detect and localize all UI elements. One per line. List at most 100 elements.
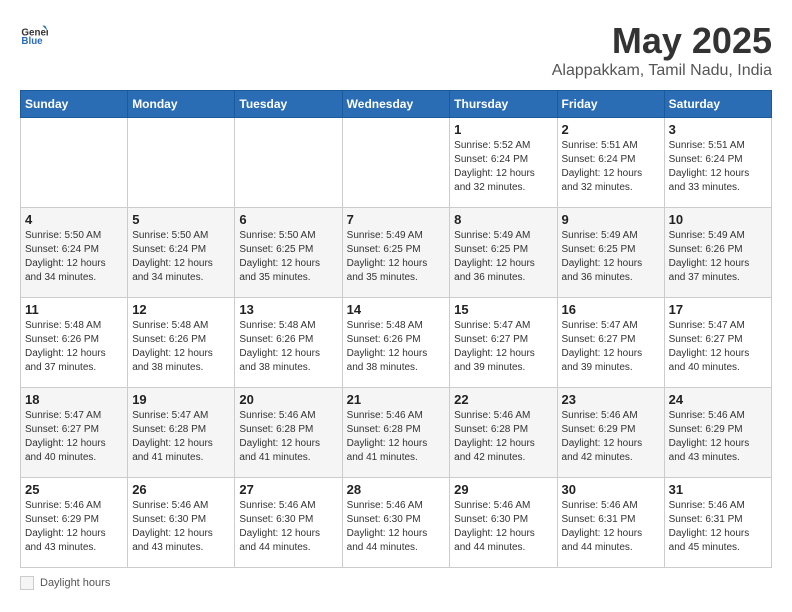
day-number: 29 — [454, 482, 552, 497]
calendar-cell: 14 Sunrise: 5:48 AM Sunset: 6:26 PM Dayli… — [342, 298, 450, 388]
day-number: 1 — [454, 122, 552, 137]
day-info: Sunrise: 5:50 AM Sunset: 6:25 PM Dayligh… — [239, 229, 337, 285]
logo-icon: General Blue — [20, 20, 48, 48]
day-info: Sunrise: 5:46 AM Sunset: 6:31 PM Dayligh… — [669, 499, 767, 555]
weekday-monday: Monday — [128, 91, 235, 118]
day-number: 11 — [25, 302, 123, 317]
calendar-cell: 26Sunrise: 5:46 AM Sunset: 6:30 PM Dayli… — [128, 478, 235, 568]
calendar-cell: 9Sunrise: 5:49 AM Sunset: 6:25 PM Daylig… — [557, 208, 664, 298]
calendar-cell — [342, 118, 450, 208]
day-info: Sunrise: 5:47 AM Sunset: 6:27 PM Dayligh… — [25, 409, 123, 465]
day-info: Sunrise: 5:46 AM Sunset: 6:28 PM Dayligh… — [454, 409, 552, 465]
calendar-cell: 27 Sunrise: 5:46 AM Sunset: 6:30 PM Dayli… — [235, 478, 342, 568]
week-row-2: 4 Sunrise: 5:50 AM Sunset: 6:24 PM Daylig… — [21, 208, 772, 298]
day-info: Sunrise: 5:46 AM Sunset: 6:28 PM Dayligh… — [239, 409, 337, 465]
day-info: Sunrise: 5:46 AM Sunset: 6:29 PM Dayligh… — [562, 409, 660, 465]
calendar-cell: 28 Sunrise: 5:46 AM Sunset: 6:30 PM Dayli… — [342, 478, 450, 568]
calendar-cell — [128, 118, 235, 208]
day-number: 12 — [132, 302, 230, 317]
svg-text:Blue: Blue — [21, 36, 43, 47]
day-number: 9 — [562, 212, 660, 227]
day-number: 4 — [25, 212, 123, 227]
calendar-cell: 2 Sunrise: 5:51 AM Sunset: 6:24 PM Daylig… — [557, 118, 664, 208]
day-number: 16 — [562, 302, 660, 317]
calendar-cell: 16Sunrise: 5:47 AM Sunset: 6:27 PM Dayli… — [557, 298, 664, 388]
weekday-saturday: Saturday — [664, 91, 771, 118]
title-area: May 2025 Alappakkam, Tamil Nadu, India — [552, 20, 772, 80]
page-header: General Blue May 2025 Alappakkam, Tamil … — [20, 20, 772, 80]
calendar-cell: 5 Sunrise: 5:50 AM Sunset: 6:24 PM Daylig… — [128, 208, 235, 298]
day-number: 31 — [669, 482, 767, 497]
day-info: Sunrise: 5:52 AM Sunset: 6:24 PM Dayligh… — [454, 139, 552, 195]
day-info: Sunrise: 5:46 AM Sunset: 6:30 PM Dayligh… — [347, 499, 446, 555]
calendar-cell — [235, 118, 342, 208]
day-info: Sunrise: 5:51 AM Sunset: 6:24 PM Dayligh… — [562, 139, 660, 195]
day-info: Sunrise: 5:50 AM Sunset: 6:24 PM Dayligh… — [132, 229, 230, 285]
calendar-cell: 31 Sunrise: 5:46 AM Sunset: 6:31 PM Dayli… — [664, 478, 771, 568]
calendar-cell — [21, 118, 128, 208]
day-info: Sunrise: 5:49 AM Sunset: 6:25 PM Dayligh… — [347, 229, 446, 285]
day-number: 17 — [669, 302, 767, 317]
day-info: Sunrise: 5:47 AM Sunset: 6:27 PM Dayligh… — [669, 319, 767, 375]
calendar-cell: 18 Sunrise: 5:47 AM Sunset: 6:27 PM Dayli… — [21, 388, 128, 478]
calendar-cell: 11 Sunrise: 5:48 AM Sunset: 6:26 PM Dayli… — [21, 298, 128, 388]
day-info: Sunrise: 5:46 AM Sunset: 6:29 PM Dayligh… — [25, 499, 123, 555]
calendar-cell: 20 Sunrise: 5:46 AM Sunset: 6:28 PM Dayli… — [235, 388, 342, 478]
day-number: 20 — [239, 392, 337, 407]
day-info: Sunrise: 5:47 AM Sunset: 6:27 PM Dayligh… — [454, 319, 552, 375]
day-info: Sunrise: 5:48 AM Sunset: 6:26 PM Dayligh… — [132, 319, 230, 375]
day-info: Sunrise: 5:51 AM Sunset: 6:24 PM Dayligh… — [669, 139, 767, 195]
day-number: 5 — [132, 212, 230, 227]
week-row-5: 25Sunrise: 5:46 AM Sunset: 6:29 PM Dayli… — [21, 478, 772, 568]
week-row-3: 11 Sunrise: 5:48 AM Sunset: 6:26 PM Dayli… — [21, 298, 772, 388]
weekday-wednesday: Wednesday — [342, 91, 450, 118]
calendar-cell: 29 Sunrise: 5:46 AM Sunset: 6:30 PM Dayli… — [450, 478, 557, 568]
weekday-sunday: Sunday — [21, 91, 128, 118]
calendar-cell: 10Sunrise: 5:49 AM Sunset: 6:26 PM Dayli… — [664, 208, 771, 298]
day-info: Sunrise: 5:48 AM Sunset: 6:26 PM Dayligh… — [347, 319, 446, 375]
day-number: 6 — [239, 212, 337, 227]
day-number: 10 — [669, 212, 767, 227]
calendar-cell: 30 Sunrise: 5:46 AM Sunset: 6:31 PM Dayli… — [557, 478, 664, 568]
daylight-label: Daylight hours — [40, 577, 110, 589]
calendar-cell: 17 Sunrise: 5:47 AM Sunset: 6:27 PM Dayli… — [664, 298, 771, 388]
day-number: 26 — [132, 482, 230, 497]
day-number: 13 — [239, 302, 337, 317]
day-number: 23 — [562, 392, 660, 407]
calendar-cell: 8Sunrise: 5:49 AM Sunset: 6:25 PM Daylig… — [450, 208, 557, 298]
location-title: Alappakkam, Tamil Nadu, India — [552, 62, 772, 80]
day-info: Sunrise: 5:46 AM Sunset: 6:30 PM Dayligh… — [454, 499, 552, 555]
weekday-header-row: SundayMondayTuesdayWednesdayThursdayFrid… — [21, 91, 772, 118]
day-number: 21 — [347, 392, 446, 407]
day-info: Sunrise: 5:48 AM Sunset: 6:26 PM Dayligh… — [239, 319, 337, 375]
day-number: 28 — [347, 482, 446, 497]
week-row-1: 1 Sunrise: 5:52 AM Sunset: 6:24 PM Daylig… — [21, 118, 772, 208]
calendar-cell: 1 Sunrise: 5:52 AM Sunset: 6:24 PM Daylig… — [450, 118, 557, 208]
day-info: Sunrise: 5:46 AM Sunset: 6:31 PM Dayligh… — [562, 499, 660, 555]
day-info: Sunrise: 5:46 AM Sunset: 6:30 PM Dayligh… — [239, 499, 337, 555]
calendar-cell: 4 Sunrise: 5:50 AM Sunset: 6:24 PM Daylig… — [21, 208, 128, 298]
weekday-tuesday: Tuesday — [235, 91, 342, 118]
week-row-4: 18 Sunrise: 5:47 AM Sunset: 6:27 PM Dayli… — [21, 388, 772, 478]
calendar-cell: 19 Sunrise: 5:47 AM Sunset: 6:28 PM Dayli… — [128, 388, 235, 478]
daylight-swatch — [20, 576, 34, 590]
day-info: Sunrise: 5:47 AM Sunset: 6:28 PM Dayligh… — [132, 409, 230, 465]
day-number: 7 — [347, 212, 446, 227]
calendar-cell: 25Sunrise: 5:46 AM Sunset: 6:29 PM Dayli… — [21, 478, 128, 568]
day-info: Sunrise: 5:50 AM Sunset: 6:24 PM Dayligh… — [25, 229, 123, 285]
day-number: 18 — [25, 392, 123, 407]
day-number: 14 — [347, 302, 446, 317]
day-number: 30 — [562, 482, 660, 497]
day-info: Sunrise: 5:46 AM Sunset: 6:29 PM Dayligh… — [669, 409, 767, 465]
month-title: May 2025 — [552, 20, 772, 62]
calendar-cell: 13 Sunrise: 5:48 AM Sunset: 6:26 PM Dayli… — [235, 298, 342, 388]
day-info: Sunrise: 5:48 AM Sunset: 6:26 PM Dayligh… — [25, 319, 123, 375]
day-number: 27 — [239, 482, 337, 497]
calendar-cell: 12 Sunrise: 5:48 AM Sunset: 6:26 PM Dayli… — [128, 298, 235, 388]
logo: General Blue — [20, 20, 48, 48]
day-number: 2 — [562, 122, 660, 137]
day-number: 15 — [454, 302, 552, 317]
calendar-cell: 15 Sunrise: 5:47 AM Sunset: 6:27 PM Dayli… — [450, 298, 557, 388]
calendar-table: SundayMondayTuesdayWednesdayThursdayFrid… — [20, 90, 772, 568]
day-number: 19 — [132, 392, 230, 407]
